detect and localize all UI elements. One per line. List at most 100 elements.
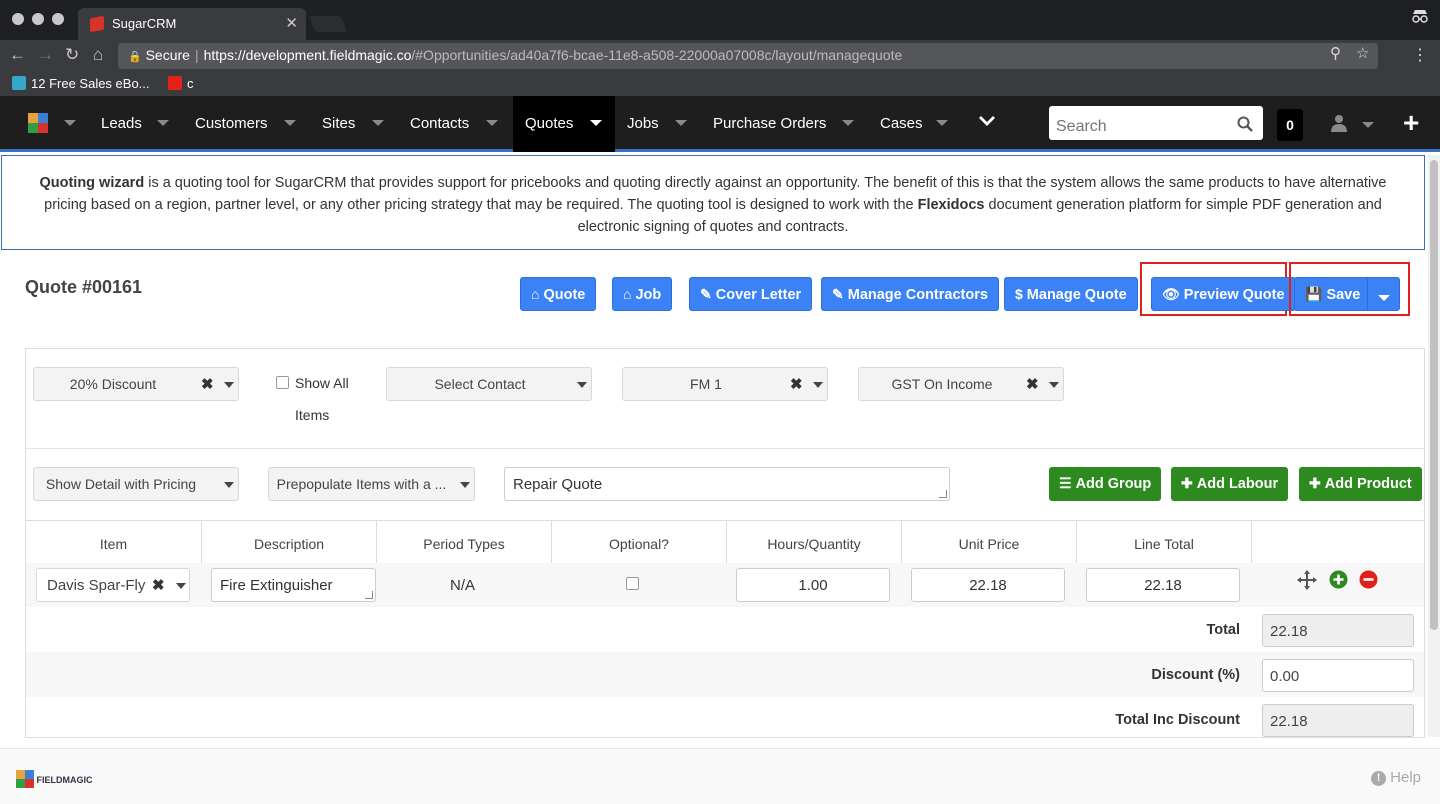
window-zoom-button[interactable] bbox=[52, 13, 64, 25]
discount-percent-input[interactable]: 0.00 bbox=[1262, 659, 1414, 692]
nav-label: Sites bbox=[322, 115, 356, 132]
nav-purchase-orders-caret[interactable] bbox=[842, 96, 854, 152]
reload-icon[interactable]: ↻ bbox=[65, 45, 79, 65]
clear-icon[interactable]: ✖ bbox=[201, 375, 214, 393]
prepopulate-select[interactable]: Prepopulate Items with a ... bbox=[268, 467, 475, 501]
nav-item-cases[interactable]: Cases bbox=[880, 96, 923, 152]
discount-select[interactable]: 20% Discount ✖ bbox=[33, 367, 239, 401]
clear-icon[interactable]: ✖ bbox=[1026, 375, 1039, 393]
clear-icon[interactable]: ✖ bbox=[790, 375, 803, 393]
summary-discount-row: Discount (%) 0.00 bbox=[26, 652, 1424, 697]
window-close-button[interactable] bbox=[12, 13, 24, 25]
tax-select[interactable]: GST On Income ✖ bbox=[858, 367, 1064, 401]
browser-menu-icon[interactable]: ⋮ bbox=[1412, 45, 1428, 65]
zoom-icon[interactable]: ⚲ bbox=[1330, 44, 1341, 62]
bookmark-item-youtube[interactable]: c bbox=[168, 76, 194, 91]
user-menu-chevron-icon[interactable] bbox=[1362, 122, 1374, 128]
footer-logo[interactable]: FIELDMAGIC bbox=[16, 770, 93, 788]
nav-item-contacts[interactable]: Contacts bbox=[410, 96, 469, 152]
fieldmagic-logo-icon[interactable] bbox=[28, 113, 48, 133]
total-inc-discount-value: 22.18 bbox=[1262, 704, 1414, 737]
fieldmagic-logo-icon bbox=[16, 770, 34, 788]
address-bar[interactable]: 🔒 Secure | https://development.fieldmagic.… bbox=[118, 43, 1378, 69]
notification-count-badge[interactable]: 0 bbox=[1277, 109, 1303, 141]
nav-more-button[interactable] bbox=[978, 96, 996, 152]
clear-icon[interactable]: ✖ bbox=[152, 576, 165, 594]
omnibox-separator: | bbox=[194, 47, 199, 63]
select-value: GST On Income bbox=[891, 376, 993, 392]
quick-create-plus-icon[interactable]: + bbox=[1403, 109, 1419, 137]
browser-tab[interactable]: SugarCRM ✕ bbox=[78, 8, 306, 40]
nav-label: Purchase Orders bbox=[713, 115, 827, 132]
nav-label: Jobs bbox=[627, 115, 659, 132]
resize-handle-icon[interactable] bbox=[365, 591, 373, 599]
nav-jobs-caret[interactable] bbox=[675, 96, 687, 152]
quantity-input[interactable]: 1.00 bbox=[736, 568, 890, 602]
chevron-down-icon bbox=[842, 120, 854, 126]
description-input[interactable]: Fire Extinguisher bbox=[211, 568, 376, 602]
nav-cases-caret[interactable] bbox=[936, 96, 948, 152]
incognito-icon bbox=[1410, 8, 1430, 29]
unit-price-input[interactable]: 22.18 bbox=[911, 568, 1065, 602]
chevron-down-icon bbox=[936, 120, 948, 126]
bookmark-icon bbox=[12, 76, 26, 90]
add-row-icon[interactable] bbox=[1329, 570, 1348, 589]
button-label: Preview Quote bbox=[1183, 287, 1285, 303]
manage-contractors-button[interactable]: ✎ Manage Contractors bbox=[821, 277, 999, 311]
page-scrollbar-thumb[interactable] bbox=[1430, 160, 1438, 630]
detail-mode-select[interactable]: Show Detail with Pricing bbox=[33, 467, 239, 501]
resize-handle-icon[interactable] bbox=[939, 490, 947, 498]
cover-letter-button[interactable]: ✎ Cover Letter bbox=[689, 277, 813, 311]
remove-row-icon[interactable] bbox=[1359, 570, 1378, 589]
optional-checkbox[interactable] bbox=[626, 577, 639, 590]
save-button[interactable]: 💾 Save bbox=[1294, 277, 1368, 311]
select-value: FM 1 bbox=[690, 376, 722, 392]
home-icon[interactable]: ⌂ bbox=[93, 45, 103, 65]
line-total-input[interactable]: 22.18 bbox=[1086, 568, 1240, 602]
manage-quote-button[interactable]: $ Manage Quote bbox=[1004, 277, 1138, 311]
nav-item-quotes[interactable]: Quotes bbox=[513, 96, 615, 152]
contact-select[interactable]: Select Contact bbox=[386, 367, 592, 401]
nav-item-purchase-orders[interactable]: Purchase Orders bbox=[713, 96, 826, 152]
bookmark-star-icon[interactable]: ☆ bbox=[1356, 44, 1369, 62]
search-icon[interactable] bbox=[1237, 116, 1253, 132]
chevron-down-icon bbox=[372, 120, 384, 126]
user-avatar-icon[interactable] bbox=[1330, 114, 1348, 132]
column-header-unit-price: Unit Price bbox=[901, 521, 1076, 565]
add-product-button[interactable]: ✚ Add Product bbox=[1299, 467, 1422, 501]
save-options-dropdown[interactable] bbox=[1367, 277, 1400, 311]
nav-item-customers[interactable]: Customers bbox=[195, 96, 268, 152]
nav-contacts-caret[interactable] bbox=[486, 96, 498, 152]
button-label: Quote bbox=[543, 287, 586, 303]
quote-button[interactable]: ⌂ Quote bbox=[520, 277, 597, 311]
nav-item-jobs[interactable]: Jobs bbox=[627, 96, 659, 152]
show-all-items-label-line2: Items bbox=[295, 407, 330, 423]
app-menu-caret[interactable] bbox=[64, 96, 76, 152]
item-select[interactable]: Davis Spar-Fly ✖ bbox=[36, 568, 190, 602]
global-search-input[interactable] bbox=[1049, 106, 1263, 140]
chevron-down-icon bbox=[64, 120, 76, 126]
nav-item-sites[interactable]: Sites bbox=[322, 96, 355, 152]
bookmark-item-ebooks[interactable]: 12 Free Sales eBo... bbox=[12, 76, 150, 91]
nav-customers-caret[interactable] bbox=[284, 96, 296, 152]
quote-name-input[interactable]: Repair Quote bbox=[504, 467, 950, 501]
job-button[interactable]: ⌂ Job bbox=[612, 277, 673, 311]
show-all-items-checkbox[interactable] bbox=[276, 376, 289, 389]
move-icon[interactable] bbox=[1297, 570, 1317, 590]
window-minimize-button[interactable] bbox=[32, 13, 44, 25]
add-group-button[interactable]: ☰ Add Group bbox=[1049, 467, 1162, 501]
add-labour-button[interactable]: ✚ Add Labour bbox=[1171, 467, 1289, 501]
chevron-down-icon bbox=[224, 482, 234, 488]
column-header-description: Description bbox=[201, 521, 376, 565]
new-tab-button[interactable] bbox=[309, 16, 347, 32]
tab-close-icon[interactable]: ✕ bbox=[285, 14, 298, 32]
nav-sites-caret[interactable] bbox=[372, 96, 384, 152]
fm-select[interactable]: FM 1 ✖ bbox=[622, 367, 828, 401]
back-arrow-icon[interactable]: ← bbox=[9, 45, 26, 65]
forward-arrow-icon[interactable]: → bbox=[37, 45, 54, 65]
preview-quote-button[interactable]: 👁 Preview Quote bbox=[1151, 277, 1296, 311]
nav-leads-caret[interactable] bbox=[157, 96, 169, 152]
nav-item-leads[interactable]: Leads bbox=[101, 96, 142, 152]
chevron-down-icon bbox=[813, 382, 823, 388]
help-link[interactable]: ! Help bbox=[1371, 769, 1421, 786]
